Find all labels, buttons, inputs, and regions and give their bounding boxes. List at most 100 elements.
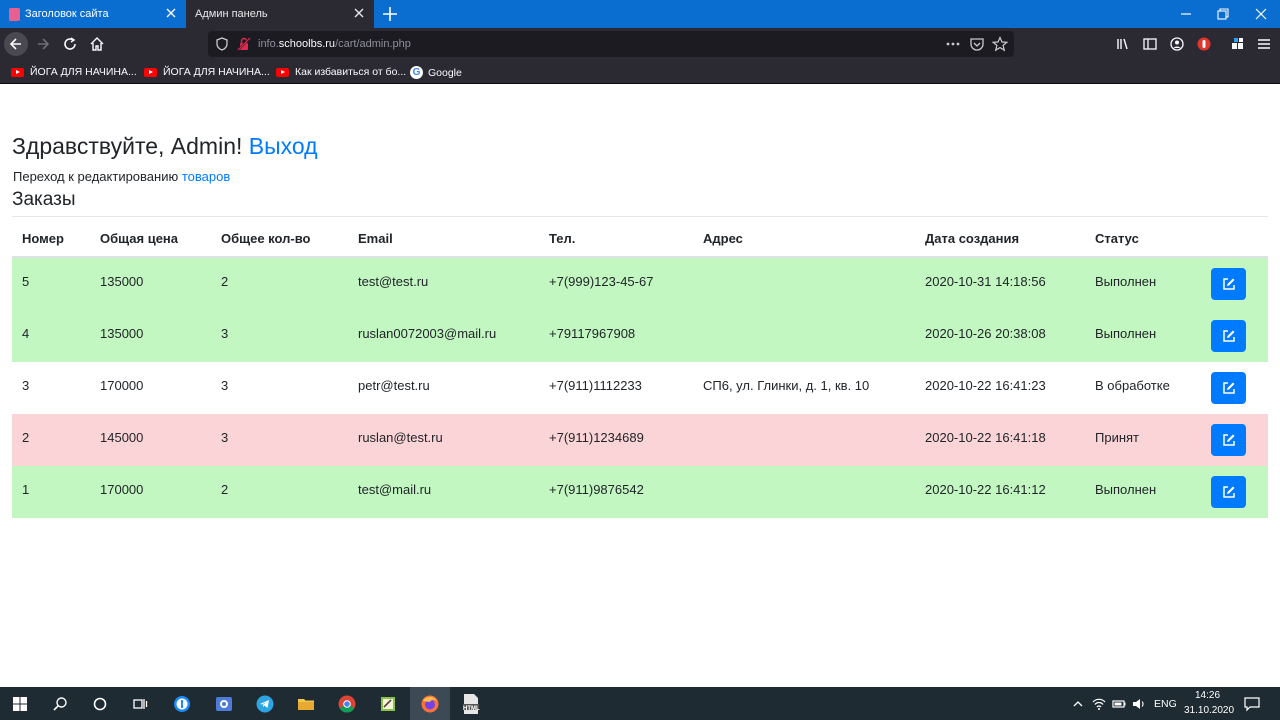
order-email: test@mail.ru — [358, 482, 432, 497]
new-tab-icon[interactable] — [380, 4, 400, 24]
column-header-email: Email — [358, 231, 393, 246]
volume-icon[interactable] — [1132, 697, 1146, 711]
taskbar-app[interactable] — [368, 687, 408, 720]
address-bar[interactable]: info.schoolbs.ru/cart/admin.php — [208, 31, 1014, 57]
edit-icon — [1222, 486, 1235, 498]
sidebar-button[interactable] — [1138, 32, 1162, 56]
taskbar-app[interactable] — [245, 687, 285, 720]
close-window-icon[interactable] — [1251, 4, 1271, 24]
minimize-icon[interactable] — [1176, 4, 1196, 24]
extensions-button[interactable] — [1226, 32, 1250, 56]
bookmarks-toolbar: ЙОГА ДЛЯ НАЧИНА... ЙОГА ДЛЯ НАЧИНА... Ка… — [0, 60, 1280, 84]
order-date: 2020-10-31 14:18:56 — [925, 274, 1046, 289]
bookmark-item[interactable]: ЙОГА ДЛЯ НАЧИНА... — [144, 66, 270, 78]
bookmark-item[interactable]: Как избавиться от бо... — [276, 66, 406, 78]
cortana-button[interactable] — [80, 687, 120, 720]
edit-icon — [1222, 434, 1235, 446]
order-price: 145000 — [100, 430, 144, 445]
order-price: 170000 — [100, 378, 144, 393]
home-button[interactable] — [85, 32, 109, 56]
divider — [12, 216, 1268, 217]
column-header-status: Статус — [1095, 231, 1139, 246]
forward-button[interactable] — [31, 32, 55, 56]
order-quantity: 2 — [221, 482, 229, 497]
extension-button[interactable] — [1192, 32, 1216, 56]
taskbar-app-active[interactable] — [410, 687, 450, 720]
page-title: Здравствуйте, Admin! Выход — [12, 133, 318, 160]
chevron-up-icon[interactable] — [1072, 698, 1084, 710]
order-quantity: 3 — [221, 326, 229, 341]
bookmark-item[interactable]: G Google — [410, 66, 462, 79]
greeting-text: Здравствуйте, Admin! — [12, 133, 243, 159]
order-status: Принят — [1095, 430, 1140, 445]
taskbar-app[interactable] — [327, 687, 367, 720]
taskbar-app[interactable] — [162, 687, 202, 720]
extensions-icon — [1232, 38, 1243, 49]
tab-admin-panel[interactable]: Админ панель — [186, 0, 374, 28]
order-email: ruslan0072003@mail.ru — [358, 326, 497, 341]
edit-order-button[interactable] — [1211, 424, 1246, 456]
order-email: test@test.ru — [358, 274, 429, 289]
order-date: 2020-10-22 16:41:12 — [925, 482, 1046, 497]
firefox-icon — [421, 695, 439, 712]
taskbar-app[interactable]: HTML — [451, 687, 491, 720]
order-date: 2020-10-22 16:41:23 — [925, 378, 1046, 393]
browser-tab-bar: Заголовок сайта Админ панель — [0, 0, 1280, 28]
search-button[interactable] — [40, 687, 80, 720]
edit-order-button[interactable] — [1211, 268, 1246, 300]
browser-navigation-bar: info.schoolbs.ru/cart/admin.php — [0, 28, 1280, 60]
hamburger-menu-icon — [1258, 39, 1270, 49]
wifi-icon[interactable] — [1092, 697, 1106, 711]
order-phone: +7(911)1234689 — [549, 430, 644, 445]
sidebar-icon — [1143, 38, 1157, 50]
start-button[interactable] — [0, 687, 40, 720]
order-number: 1 — [22, 482, 30, 497]
adblock-extension-icon — [1197, 37, 1211, 51]
notepad-icon — [381, 696, 395, 711]
url-prefix: info. — [258, 38, 279, 50]
shield-icon[interactable] — [214, 36, 230, 52]
order-number: 4 — [22, 326, 30, 341]
order-price: 135000 — [100, 326, 144, 341]
close-tab-icon[interactable] — [352, 6, 366, 20]
language-indicator[interactable]: ENG — [1154, 698, 1177, 710]
menu-button[interactable] — [1252, 32, 1276, 56]
account-button[interactable] — [1165, 32, 1189, 56]
tab-title: Заголовок сайта — [25, 8, 109, 20]
bookmark-star-icon[interactable] — [992, 36, 1008, 52]
youtube-icon — [276, 67, 289, 77]
order-address: СП6, ул. Глинки, д. 1, кв. 10 — [703, 378, 870, 393]
order-quantity: 3 — [221, 430, 229, 445]
taskbar-app[interactable] — [204, 687, 244, 720]
edit-products-link[interactable]: товаров — [182, 169, 230, 184]
order-price: 135000 — [100, 274, 144, 289]
column-header-total-price: Общая цена — [100, 231, 178, 246]
logout-link[interactable]: Выход — [249, 133, 318, 159]
library-button[interactable] — [1111, 32, 1135, 56]
edit-order-button[interactable] — [1211, 320, 1246, 352]
more-actions-icon[interactable] — [945, 36, 961, 52]
clock-date[interactable]: 31.10.2020 — [1184, 705, 1234, 716]
admin-page: Здравствуйте, Admin! Выход Переход к ред… — [0, 85, 1280, 687]
tab-site-title[interactable]: Заголовок сайта — [0, 0, 186, 28]
order-number: 5 — [22, 274, 30, 289]
edit-order-button[interactable] — [1211, 372, 1246, 404]
taskbar-app[interactable] — [286, 687, 326, 720]
task-view-icon — [133, 698, 148, 709]
battery-icon[interactable] — [1112, 697, 1126, 711]
reload-button[interactable] — [58, 32, 82, 56]
restore-icon[interactable] — [1213, 4, 1233, 24]
clock-time[interactable]: 14:26 — [1195, 690, 1220, 701]
insecure-lock-icon[interactable] — [236, 36, 252, 52]
bookmark-item[interactable]: ЙОГА ДЛЯ НАЧИНА... — [11, 66, 137, 78]
url-text: info.schoolbs.ru/cart/admin.php — [258, 38, 411, 50]
order-quantity: 3 — [221, 378, 229, 393]
pocket-icon[interactable] — [969, 36, 985, 52]
task-view-button[interactable] — [120, 687, 160, 720]
edit-order-button[interactable] — [1211, 476, 1246, 508]
column-header-phone: Тел. — [549, 231, 576, 246]
notifications-icon[interactable] — [1244, 696, 1260, 712]
back-button[interactable] — [4, 32, 28, 56]
edit-icon — [1222, 278, 1235, 290]
close-tab-icon[interactable] — [164, 6, 178, 20]
